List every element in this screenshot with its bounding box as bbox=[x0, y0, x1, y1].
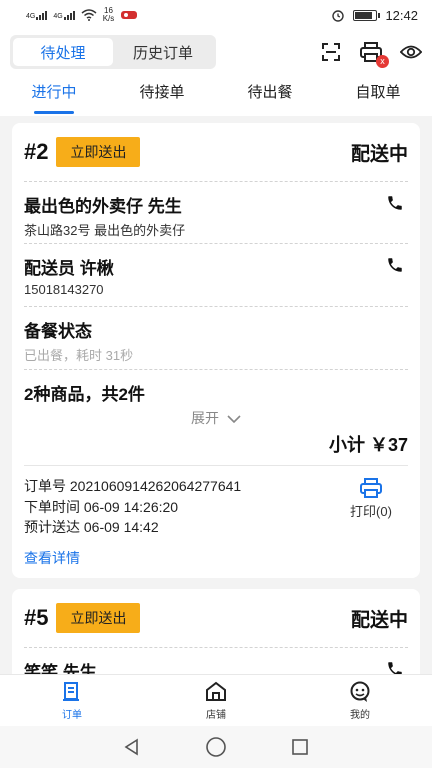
system-nav-bar bbox=[0, 726, 432, 768]
home-icon[interactable] bbox=[205, 736, 227, 758]
clock-time: 12:42 bbox=[385, 7, 418, 23]
order-number: #2 bbox=[24, 139, 49, 164]
estimated-delivery: 预计送达 06-09 14:42 bbox=[24, 519, 159, 535]
subtotal: 小计 ￥37 bbox=[328, 435, 408, 455]
segment-pending[interactable]: 待处理 bbox=[13, 38, 113, 66]
prep-status-text: 已出餐，耗时 31秒 bbox=[24, 348, 134, 363]
order-status: 配送中 bbox=[350, 143, 408, 165]
tab-self-pickup[interactable]: 自取单 bbox=[324, 74, 432, 116]
nav-orders[interactable]: 订单 bbox=[0, 675, 144, 726]
order-number: #5 bbox=[24, 605, 49, 630]
chevron-down-icon bbox=[227, 415, 241, 424]
order-status: 配送中 bbox=[350, 609, 408, 631]
customer-name: 笑笑 先生 bbox=[24, 663, 97, 674]
order-card: #5 立即送出 配送中 笑笑 先生 bbox=[12, 589, 420, 674]
scan-icon[interactable] bbox=[320, 41, 342, 63]
tab-awaiting-meal[interactable]: 待出餐 bbox=[216, 74, 324, 116]
dispatch-now-button[interactable]: 立即送出 bbox=[56, 603, 141, 633]
cellular-signal-icon-2: 4G bbox=[53, 10, 75, 20]
wifi-icon bbox=[81, 9, 97, 21]
network-speed: 16 K/s bbox=[102, 6, 115, 23]
print-button[interactable]: 打印(0) bbox=[342, 478, 400, 520]
chat-face-icon bbox=[350, 681, 370, 702]
nav-store[interactable]: 店铺 bbox=[144, 675, 288, 726]
customer-name: 最出色的外卖仔 先生 bbox=[24, 197, 182, 216]
goods-summary: 2种商品，共2件 bbox=[24, 385, 145, 404]
tab-awaiting-accept[interactable]: 待接单 bbox=[108, 74, 216, 116]
phone-icon[interactable] bbox=[386, 194, 404, 212]
order-type-switch: 待处理 历史订单 bbox=[10, 35, 216, 69]
tab-in-progress[interactable]: 进行中 bbox=[0, 74, 108, 116]
battery-icon bbox=[353, 9, 381, 21]
store-icon bbox=[206, 681, 226, 701]
prep-status-title: 备餐状态 bbox=[24, 322, 92, 341]
print-icon bbox=[360, 478, 382, 498]
rider-phone-icon[interactable] bbox=[386, 256, 404, 274]
status-bar: 4G 4G 16 K/s 12:42 bbox=[0, 0, 432, 30]
eye-icon[interactable] bbox=[400, 41, 422, 63]
printer-icon[interactable]: x bbox=[360, 41, 389, 68]
phone-icon[interactable] bbox=[386, 660, 404, 674]
orders-icon bbox=[63, 682, 79, 701]
alarm-icon bbox=[332, 10, 345, 22]
printer-error-badge: x bbox=[376, 55, 389, 68]
bottom-nav: 订单 店铺 我的 bbox=[0, 674, 432, 726]
dispatch-now-button[interactable]: 立即送出 bbox=[56, 137, 141, 167]
recent-apps-icon[interactable] bbox=[290, 737, 310, 757]
expand-goods-button[interactable]: 展开 bbox=[24, 408, 408, 428]
top-bar: 待处理 历史订单 x bbox=[0, 30, 432, 74]
rider-phone: 15018143270 bbox=[24, 282, 104, 297]
order-card: #2 立即送出 配送中 最出色的外卖仔 先生 茶山路32号 最出色的外卖仔 配送… bbox=[12, 123, 420, 578]
order-status-tabs: 进行中 待接单 待出餐 自取单 bbox=[0, 74, 432, 116]
segment-history[interactable]: 历史订单 bbox=[113, 38, 213, 66]
view-details-link[interactable]: 查看详情 bbox=[24, 548, 408, 568]
app-notification-icon bbox=[121, 11, 138, 19]
order-list[interactable]: #2 立即送出 配送中 最出色的外卖仔 先生 茶山路32号 最出色的外卖仔 配送… bbox=[0, 116, 432, 674]
cellular-signal-icon: 4G bbox=[26, 10, 48, 20]
rider-name: 配送员 许楸 bbox=[24, 259, 114, 278]
back-icon[interactable] bbox=[122, 737, 142, 757]
customer-address: 茶山路32号 最出色的外卖仔 bbox=[24, 223, 186, 238]
nav-profile[interactable]: 我的 bbox=[288, 675, 432, 726]
